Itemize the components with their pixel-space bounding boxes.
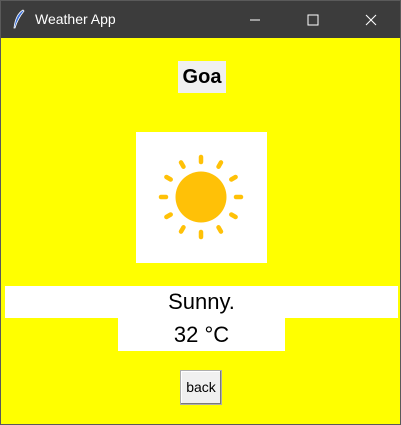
window-title: Weather App xyxy=(35,11,116,27)
close-icon xyxy=(365,14,377,25)
condition-label: Sunny. xyxy=(5,286,398,318)
app-window: Weather App Goa Sunny. 32 °C back xyxy=(0,0,401,425)
client-area: Goa Sunny. 32 °C back xyxy=(1,38,400,424)
title-bar[interactable]: Weather App xyxy=(1,1,400,38)
maximize-button[interactable] xyxy=(284,1,342,38)
back-button[interactable]: back xyxy=(180,370,222,405)
maximize-icon xyxy=(307,14,319,25)
minimize-icon xyxy=(250,19,260,20)
weather-icon-panel xyxy=(136,132,267,263)
close-button[interactable] xyxy=(342,1,400,38)
temperature-label: 32 °C xyxy=(118,318,285,351)
sun-icon xyxy=(158,154,244,240)
minimize-button[interactable] xyxy=(226,1,284,38)
city-name: Goa xyxy=(178,61,226,93)
feather-icon xyxy=(13,9,25,29)
